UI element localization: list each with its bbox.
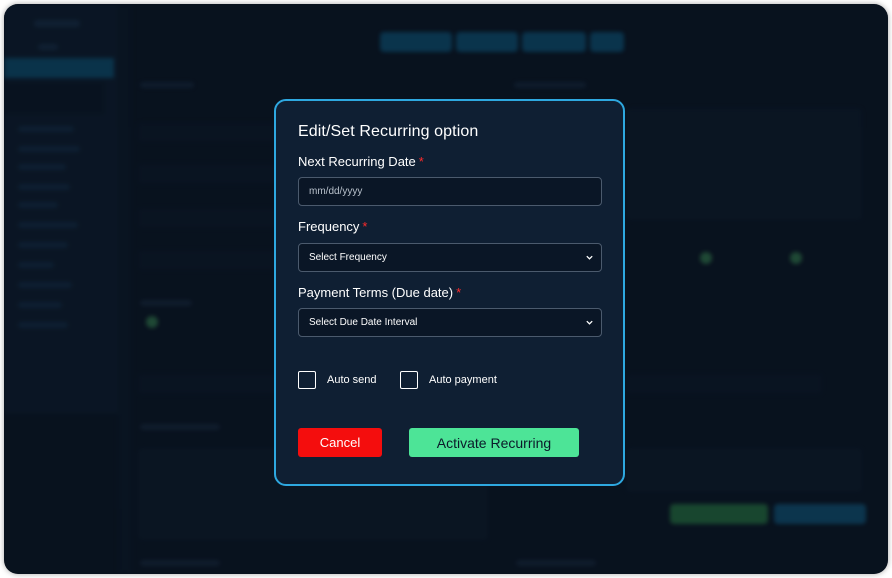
required-marker: *: [456, 285, 462, 300]
recurring-option-modal: Edit/Set Recurring option Next Recurring…: [274, 99, 625, 486]
payment-terms-selected-value: Select Due Date Interval: [309, 317, 418, 328]
activate-recurring-button[interactable]: Activate Recurring: [409, 428, 579, 457]
auto-send-option[interactable]: Auto send: [298, 371, 377, 389]
auto-payment-option[interactable]: Auto payment: [400, 371, 497, 389]
frequency-selected-value: Select Frequency: [309, 252, 387, 263]
frequency-label-text: Frequency: [298, 219, 360, 234]
date-placeholder: mm/dd/yyyy: [309, 186, 363, 197]
auto-payment-checkbox[interactable]: [400, 371, 418, 389]
auto-send-checkbox[interactable]: [298, 371, 316, 389]
next-recurring-date-label: Next Recurring Date *: [298, 154, 424, 169]
auto-payment-label: Auto payment: [429, 374, 497, 386]
chevron-down-icon: [586, 320, 593, 325]
frequency-label: Frequency *: [298, 219, 367, 234]
next-recurring-date-label-text: Next Recurring Date: [298, 154, 416, 169]
modal-title: Edit/Set Recurring option: [298, 123, 479, 140]
chevron-down-icon: [586, 255, 593, 260]
payment-terms-select[interactable]: Select Due Date Interval: [298, 308, 602, 337]
payment-terms-label: Payment Terms (Due date) *: [298, 285, 461, 300]
app-window: Edit/Set Recurring option Next Recurring…: [4, 4, 888, 574]
next-recurring-date-input[interactable]: mm/dd/yyyy: [298, 177, 602, 206]
payment-terms-label-text: Payment Terms (Due date): [298, 285, 454, 300]
auto-send-label: Auto send: [327, 374, 377, 386]
required-marker: *: [362, 219, 368, 234]
required-marker: *: [418, 154, 424, 169]
frequency-select[interactable]: Select Frequency: [298, 243, 602, 272]
cancel-button[interactable]: Cancel: [298, 428, 382, 457]
